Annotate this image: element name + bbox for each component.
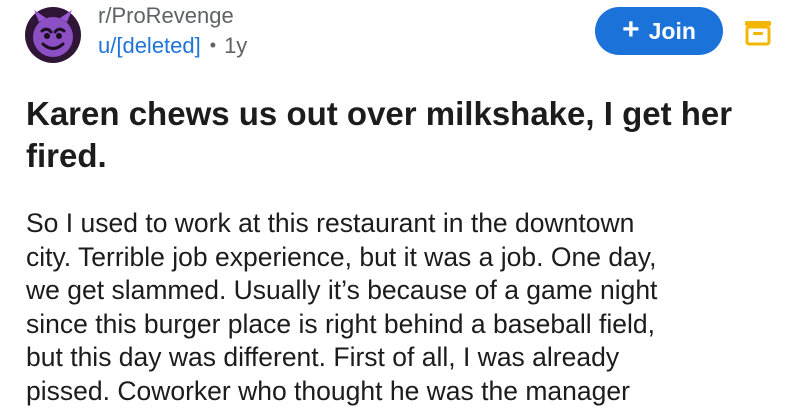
- post-author-link[interactable]: u/[deleted]: [98, 33, 201, 58]
- join-button[interactable]: + Join: [595, 7, 723, 55]
- post-body-line: since this burger place is right behind …: [26, 308, 656, 339]
- join-button-label: Join: [648, 17, 696, 44]
- post-body-line: we get slammed. Usually it’s because of …: [26, 275, 658, 305]
- post-age: 1y: [224, 33, 248, 58]
- subreddit-avatar-devil-icon[interactable]: [24, 6, 82, 64]
- post-body-line: So I used to work at this restaurant in …: [26, 208, 635, 238]
- post-meta: r/ProRevenge u/[deleted] • 1y: [98, 2, 247, 61]
- post-byline: u/[deleted] • 1y: [98, 30, 247, 61]
- post-body-line: pissed. Coworker who thought he was the …: [26, 375, 630, 406]
- subreddit-name[interactable]: r/ProRevenge: [98, 2, 247, 30]
- post-body-line: but this day was different. First of all…: [26, 342, 620, 372]
- post-body: So I used to work at this restaurant in …: [26, 207, 786, 408]
- post-body-line: city. Terrible job experience, but it wa…: [26, 241, 657, 272]
- plus-icon: +: [622, 13, 640, 46]
- save-icon[interactable]: [743, 17, 773, 47]
- meta-separator: •: [209, 35, 217, 55]
- post-title[interactable]: Karen chews us out over milkshake, I get…: [26, 93, 766, 177]
